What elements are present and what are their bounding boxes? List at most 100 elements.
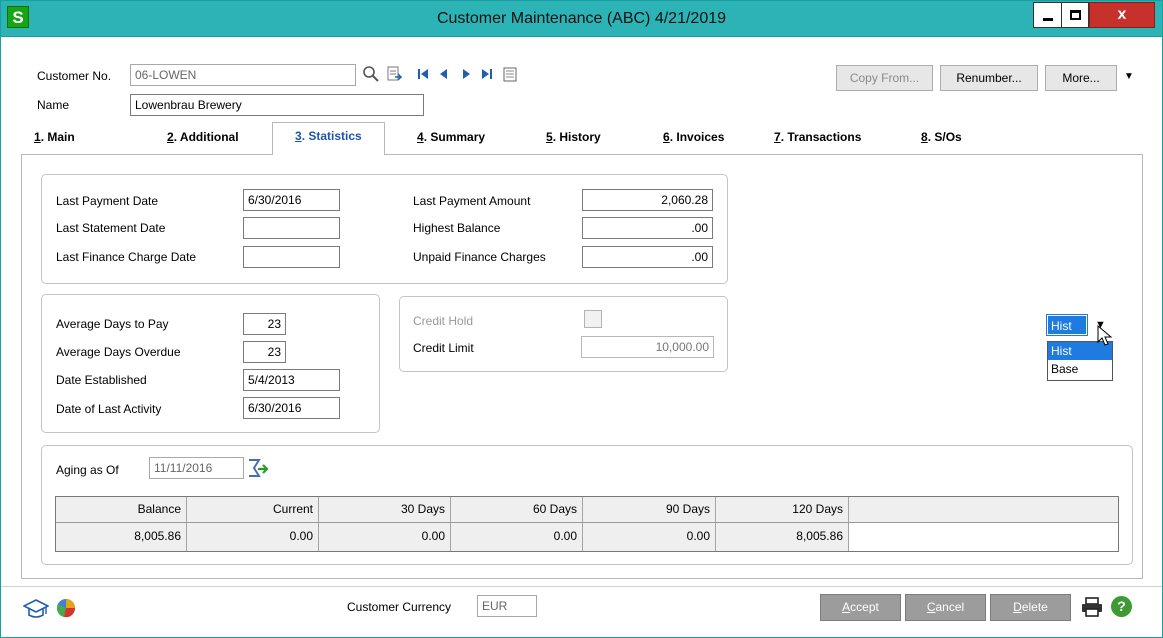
- aging-as-of-label: Aging as Of: [56, 463, 119, 477]
- last-finance-charge-date-field[interactable]: [243, 246, 340, 268]
- printer-icon[interactable]: [1080, 596, 1104, 618]
- minimize-button[interactable]: [1033, 2, 1061, 28]
- dropdown-selected-value[interactable]: Hist: [1046, 314, 1088, 336]
- accept-button[interactable]: Accept: [820, 594, 901, 621]
- column-header-30-days: 30 Days: [319, 497, 451, 522]
- name-label: Name: [37, 98, 70, 112]
- cell-balance: 8,005.86: [56, 523, 187, 551]
- highest-balance-label: Highest Balance: [413, 221, 501, 235]
- window-title: Customer Maintenance (ABC) 4/21/2019: [436, 10, 727, 27]
- tab-invoices-hotkey: 6: [663, 130, 670, 144]
- tab-statistics-label: . Statistics: [301, 129, 362, 143]
- customer-no-input[interactable]: 06-LOWEN: [130, 64, 356, 86]
- more-dropdown-arrow[interactable]: ▼: [1124, 71, 1134, 82]
- cell-60-days: 0.00: [451, 523, 583, 551]
- cell-90-days: 0.00: [583, 523, 716, 551]
- last-payment-amount-label: Last Payment Amount: [413, 194, 531, 208]
- tab-sos-label: . S/Os: [927, 130, 962, 144]
- more-button[interactable]: More...: [1045, 65, 1117, 91]
- last-payment-date-label: Last Payment Date: [56, 194, 159, 208]
- date-established-field[interactable]: 5/4/2013: [243, 369, 340, 391]
- cell-120-days: 8,005.86: [716, 523, 849, 551]
- cancel-label: ancel: [935, 600, 965, 614]
- tab-invoices-label: . Invoices: [669, 130, 725, 144]
- recalculate-aging-icon[interactable]: [247, 458, 269, 478]
- maximize-button[interactable]: [1061, 2, 1089, 28]
- graduation-cap-icon[interactable]: [23, 597, 49, 619]
- credit-group: [399, 296, 728, 372]
- mouse-cursor-icon: [1097, 325, 1113, 346]
- column-header-current: Current: [187, 497, 319, 522]
- delete-label: elete: [1021, 600, 1048, 614]
- tab-history[interactable]: 5. History: [546, 130, 601, 144]
- column-header-60-days: 60 Days: [451, 497, 583, 522]
- footer-bar: [1, 586, 1162, 637]
- column-header-90-days: 90 Days: [583, 497, 716, 522]
- maximize-icon: [1070, 10, 1081, 20]
- column-header-balance: Balance: [56, 497, 187, 522]
- previous-record-icon[interactable]: [436, 66, 452, 82]
- pie-chart-icon[interactable]: [55, 597, 77, 619]
- tab-main-hotkey: 1: [34, 130, 41, 144]
- credit-hold-checkbox[interactable]: [584, 310, 602, 328]
- tab-transactions-label: . Transactions: [780, 130, 862, 144]
- customer-currency-field[interactable]: EUR: [477, 595, 537, 617]
- tab-history-hotkey: 5: [546, 130, 553, 144]
- close-button[interactable]: x: [1089, 2, 1155, 28]
- unpaid-finance-charges-label: Unpaid Finance Charges: [413, 250, 546, 264]
- cell-30-days: 0.00: [319, 523, 451, 551]
- cancel-button[interactable]: Cancel: [905, 594, 986, 621]
- column-header-120-days: 120 Days: [716, 497, 849, 522]
- highest-balance-field[interactable]: .00: [582, 217, 713, 239]
- tab-transactions[interactable]: 7. Transactions: [774, 130, 861, 144]
- aging-grid: Balance Current 30 Days 60 Days 90 Days …: [55, 496, 1119, 552]
- tab-main[interactable]: 1. Main: [34, 130, 75, 144]
- accept-hotkey: A: [842, 600, 851, 614]
- date-last-activity-field[interactable]: 6/30/2016: [243, 397, 340, 419]
- avg-days-overdue-field[interactable]: 23: [243, 341, 286, 363]
- customer-no-label: Customer No.: [37, 69, 112, 83]
- tab-invoices[interactable]: 6. Invoices: [663, 130, 724, 144]
- copy-from-button[interactable]: Copy From...: [836, 65, 933, 91]
- tab-additional[interactable]: 2. Additional: [167, 130, 239, 144]
- last-finance-charge-date-label: Last Finance Charge Date: [56, 250, 197, 264]
- search-icon[interactable]: [361, 66, 381, 82]
- tab-bar: 1. Main 2. Additional 3. Statistics 4. S…: [21, 122, 1143, 155]
- first-record-icon[interactable]: [415, 66, 431, 82]
- next-record-icon[interactable]: [458, 66, 474, 82]
- tab-summary-hotkey: 4: [417, 130, 424, 144]
- tab-summary[interactable]: 4. Summary: [417, 130, 485, 144]
- renumber-button[interactable]: Renumber...: [940, 65, 1038, 91]
- title-bar[interactable]: S Customer Maintenance (ABC) 4/21/2019 x: [1, 1, 1162, 37]
- dropdown-option-base[interactable]: Base: [1048, 360, 1112, 378]
- lookup-icon[interactable]: [386, 66, 402, 82]
- memo-icon[interactable]: [502, 66, 518, 82]
- tab-additional-label: . Additional: [173, 130, 239, 144]
- tab-sos[interactable]: 8. S/Os: [921, 130, 962, 144]
- name-input[interactable]: Lowenbrau Brewery: [130, 94, 424, 116]
- last-statement-date-field[interactable]: [243, 217, 340, 239]
- delete-button[interactable]: Delete: [990, 594, 1071, 621]
- accept-label: ccept: [850, 600, 879, 614]
- credit-limit-label: Credit Limit: [413, 341, 474, 355]
- tab-statistics-hotkey: 3: [295, 129, 302, 143]
- last-payment-amount-field[interactable]: 2,060.28: [582, 189, 713, 211]
- tab-summary-label: . Summary: [423, 130, 486, 144]
- tab-transactions-hotkey: 7: [774, 130, 781, 144]
- date-established-label: Date Established: [56, 373, 147, 387]
- credit-limit-field[interactable]: 10,000.00: [581, 336, 714, 358]
- avg-days-overdue-label: Average Days Overdue: [56, 345, 181, 359]
- aging-as-of-date-field[interactable]: 11/11/2016: [149, 457, 244, 479]
- avg-days-to-pay-field[interactable]: 23: [243, 313, 286, 335]
- last-record-icon[interactable]: [479, 66, 495, 82]
- minimize-icon: [1043, 18, 1053, 21]
- grid-empty-area: [849, 523, 1118, 551]
- tab-history-label: . History: [552, 130, 601, 144]
- aging-grid-header: Balance Current 30 Days 60 Days 90 Days …: [56, 497, 1118, 523]
- last-statement-date-label: Last Statement Date: [56, 221, 166, 235]
- help-icon[interactable]: ?: [1111, 596, 1132, 617]
- last-payment-date-field[interactable]: 6/30/2016: [243, 189, 340, 211]
- avg-days-to-pay-label: Average Days to Pay: [56, 317, 169, 331]
- tab-statistics[interactable]: 3. Statistics: [272, 122, 385, 155]
- unpaid-finance-charges-field[interactable]: .00: [582, 246, 713, 268]
